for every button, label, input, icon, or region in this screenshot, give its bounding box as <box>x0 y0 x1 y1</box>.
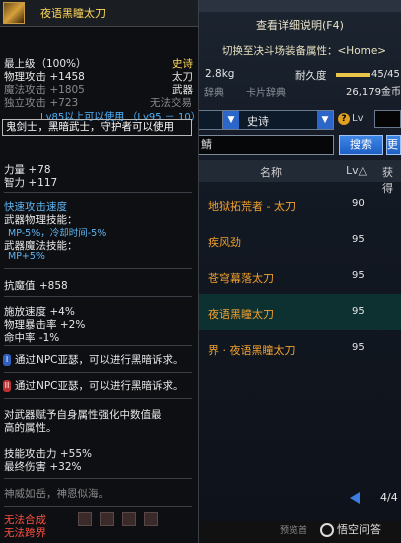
flavor-text: 神威如岳，神恩似海。 <box>4 488 109 500</box>
table-row[interactable]: 界 · 夜语黑瞳太刀 95 <box>198 330 401 366</box>
quest-line-1: I 通过NPC亚瑟，可以进行黑暗诉求。 <box>3 352 195 370</box>
item-name: 界 · 夜语黑瞳太刀 <box>208 344 296 357</box>
durability-value: 45/45 <box>371 69 400 80</box>
help-icon[interactable]: ? <box>338 113 350 125</box>
divider <box>4 268 192 269</box>
table-row[interactable]: 夜语黑瞳太刀 95 <box>198 294 401 330</box>
table-row[interactable]: 地狱拓荒者 - 太刀 90 <box>198 186 401 222</box>
level-filter-input[interactable] <box>374 110 401 128</box>
item-name: 夜语黑瞳太刀 <box>208 308 274 321</box>
item-name: 苍穹幕落太刀 <box>208 272 274 285</box>
item-slot[interactable] <box>78 512 92 526</box>
item-slot[interactable] <box>144 512 158 526</box>
rarity-select[interactable]: ▼ 史诗 ▼ <box>222 110 334 130</box>
column-name[interactable]: 名称 <box>260 164 282 180</box>
item-name: 疾风劲 <box>208 236 241 249</box>
divider <box>4 398 192 399</box>
watermark: 悟空问答 <box>320 521 381 537</box>
roman-two-icon: II <box>3 380 11 392</box>
pagination: 4/4 <box>350 490 401 506</box>
search-input[interactable]: 鯖 <box>198 135 334 155</box>
item-level: 95 <box>352 270 365 281</box>
enhance-description-line-2: 高的属性。 <box>4 422 57 434</box>
durability-bar <box>336 73 370 77</box>
divider <box>4 296 192 297</box>
intelligence-stat: 智力 +117 <box>4 177 58 189</box>
item-level: 90 <box>352 198 365 209</box>
dark-resistance: 抗魔值 +858 <box>4 280 68 292</box>
bottom-tab[interactable]: 预览首 <box>280 523 307 536</box>
results-header: 名称 Lv△ 获得 <box>198 160 401 195</box>
filter-row: ▼ ▼史诗▼ <box>198 110 401 130</box>
cannot-cross-server: 无法跨界 <box>4 527 46 539</box>
dictionary-tabs: 辞典 卡片辞典 <box>198 82 328 100</box>
roman-one-icon: I <box>3 354 11 366</box>
tab-dictionary[interactable]: 辞典 <box>204 84 224 99</box>
divider <box>4 478 192 479</box>
results-list: 地狱拓荒者 - 太刀 90 疾风劲 95 苍穹幕落太刀 95 夜语黑瞳太刀 95 界 ·… <box>198 186 401 366</box>
divider <box>4 192 192 193</box>
item-level: 95 <box>352 306 365 317</box>
table-row[interactable]: 疾风劲 95 <box>198 222 401 258</box>
item-weight: 2.8kg <box>205 68 235 80</box>
durability-bar-fill <box>336 73 370 77</box>
item-tooltip: 夜语黑瞳太刀 最上级（100%） 史诗 物理攻击 +1458 太刀 魔法攻击 +… <box>0 0 201 543</box>
tooltip-header: 夜语黑瞳太刀 <box>0 0 198 27</box>
panel-top-border <box>198 0 401 12</box>
hit-rate: 命中率 -1% <box>4 332 60 344</box>
magic-skill-detail: MP+5% <box>8 251 45 262</box>
katana-icon <box>3 2 25 24</box>
item-title: 夜语黑瞳太刀 <box>40 7 106 20</box>
view-details-hint: 查看详细说明(F4) <box>256 19 344 32</box>
quest-line-2: II 通过NPC亚瑟，可以进行黑暗诉求。 <box>3 380 184 392</box>
gold-price: 26,179金币 <box>346 87 401 98</box>
watermark-logo-icon <box>320 523 334 537</box>
switch-pvp-attributes-hint: 切换至决斗场装备属性：<Home> <box>222 45 387 57</box>
inventory-slots <box>78 512 198 526</box>
divider <box>4 372 192 373</box>
item-slot[interactable] <box>100 512 114 526</box>
level-filter-label: Lv <box>352 113 364 124</box>
final-damage: 最终伤害 +32% <box>4 461 82 473</box>
page-indicator: 4/4 <box>380 491 398 504</box>
table-row[interactable]: 苍穹幕落太刀 95 <box>198 258 401 294</box>
tab-card-dictionary[interactable]: 卡片辞典 <box>246 84 286 99</box>
usable-classes: 鬼剑士，黑暗武士，守护者可以使用 <box>2 119 192 136</box>
item-name: 地狱拓荒者 - 太刀 <box>208 200 296 213</box>
item-level: 95 <box>352 234 365 245</box>
divider <box>4 345 192 346</box>
durability-label: 耐久度 <box>295 70 327 82</box>
divider <box>4 506 192 507</box>
item-slot[interactable] <box>122 512 136 526</box>
column-level[interactable]: Lv△ <box>346 164 367 177</box>
more-button[interactable]: 更 <box>386 135 401 155</box>
physical-skill-detail: MP-5%，冷却时间-5% <box>8 228 107 239</box>
chevron-down-icon: ▼ <box>223 111 239 129</box>
item-level: 95 <box>352 342 365 353</box>
search-button[interactable]: 搜索 <box>339 135 383 155</box>
previous-page-icon[interactable] <box>350 492 360 504</box>
chevron-down-icon: ▼ <box>317 111 333 129</box>
